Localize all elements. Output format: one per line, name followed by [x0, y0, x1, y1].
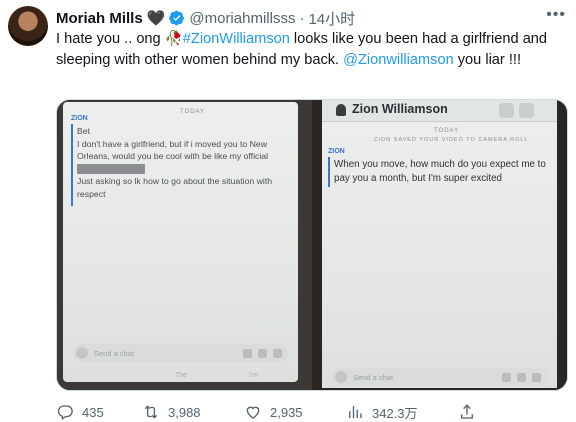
message-bar — [71, 124, 73, 206]
separator-dot: · — [299, 9, 305, 27]
phone-screen-left: TODAY ZION Bet I don't have a girlfriend… — [63, 102, 298, 382]
save-notice: ZION SAVED YOUR VIDEO TO CAMERA ROLL — [374, 137, 529, 143]
timestamp[interactable]: 14小时 — [308, 8, 355, 29]
message-bar — [328, 157, 330, 187]
contact-avatar-icon — [336, 104, 346, 116]
microphone-icon[interactable] — [243, 348, 252, 358]
avatar[interactable] — [8, 6, 48, 46]
tweet-actions: 435 3,988 2,935 342.3万 — [56, 402, 568, 422]
like-count: 2,935 — [270, 404, 303, 420]
tweet-text-part3: you liar !!! — [453, 52, 522, 68]
message-line: When you move, how much do you expect me… — [334, 159, 546, 170]
message-line: Bet — [77, 126, 91, 136]
mention-link[interactable]: @Zionwilliamson — [343, 52, 454, 68]
share-button[interactable] — [458, 403, 484, 421]
emoji-icon[interactable] — [517, 372, 526, 382]
chat-date-label: TODAY — [180, 109, 206, 115]
keyboard-suggestion: I'm — [249, 372, 259, 379]
retweet-count: 3,988 — [168, 404, 201, 420]
video-call-icon[interactable] — [519, 103, 534, 118]
reply-count: 435 — [82, 404, 104, 420]
media-photo-left[interactable]: TODAY ZION Bet I don't have a girlfriend… — [57, 100, 312, 390]
redacted-text — [77, 163, 305, 176]
chat-input-placeholder: Send a chat — [94, 348, 135, 358]
more-options-icon[interactable]: ••• — [546, 6, 566, 24]
retweet-button[interactable]: 3,988 — [142, 403, 244, 421]
share-icon — [461, 404, 473, 419]
like-button[interactable]: 2,935 — [244, 403, 346, 421]
camera-icon[interactable] — [76, 347, 88, 359]
chat-input-bar[interactable]: Send a chat — [73, 344, 288, 362]
tweet-text: I hate you .. ong 🥀 #ZionWilliamson look… — [56, 29, 568, 71]
wilted-rose-emoji: 🥀 — [164, 31, 183, 47]
message-line: Orleans, would you be cool with be like … — [77, 151, 269, 161]
media-gallery: TODAY ZION Bet I don't have a girlfriend… — [56, 99, 568, 391]
views-button[interactable]: 342.3万 — [346, 403, 458, 422]
message-line: respect — [77, 188, 106, 199]
reply-button[interactable]: 435 — [56, 403, 142, 421]
views-chart-icon — [349, 406, 362, 418]
media-photo-right[interactable]: Zion Williamson TODAY ZION SAVED YOUR VI… — [314, 100, 567, 390]
keyboard-suggestion: The — [175, 372, 188, 379]
chat-sender-label: ZION — [71, 115, 88, 122]
author-handle[interactable]: @moriahmillsss — [189, 10, 295, 27]
reply-icon — [57, 405, 73, 421]
phone-screen-right: Zion Williamson TODAY ZION SAVED YOUR VI… — [322, 100, 557, 388]
tweet-text-part1: I hate you .. ong — [56, 31, 165, 47]
camera-icon[interactable] — [335, 371, 347, 383]
microphone-icon[interactable] — [502, 372, 511, 382]
chat-date-label: TODAY — [434, 128, 460, 134]
verified-badge-icon — [169, 10, 185, 26]
hashtag-link[interactable]: #ZionWilliamson — [183, 31, 290, 47]
chat-message: When you move, how much do you expect me… — [334, 158, 562, 186]
phone-call-icon[interactable] — [499, 103, 514, 118]
author-name[interactable]: Moriah Mills — [56, 10, 143, 27]
chat-input-placeholder: Send a chat — [353, 372, 394, 382]
chat-input-bar[interactable]: Send a chat — [332, 368, 547, 386]
sticker-icon[interactable] — [532, 372, 541, 382]
chat-header: Zion Williamson — [322, 100, 557, 122]
view-count: 342.3万 — [372, 405, 418, 421]
retweet-icon — [144, 405, 158, 419]
chat-sender-label: ZION — [328, 148, 345, 155]
sticker-icon[interactable] — [273, 348, 282, 358]
message-line: Just asking so lk how to go about the si… — [77, 176, 273, 186]
contact-name: Zion Williamson — [352, 102, 448, 116]
black-heart-emoji: 🖤 — [146, 10, 166, 27]
chat-message: Bet I don't have a girlfriend, but if i … — [77, 125, 305, 200]
message-line: I don't have a girlfriend, but if i move… — [77, 138, 267, 149]
tweet-header: Moriah Mills 🖤 @moriahmillsss · 14小时 ••• — [56, 6, 568, 29]
message-line: pay you a month, but I'm super excited — [334, 173, 502, 184]
emoji-icon[interactable] — [258, 348, 267, 358]
heart-icon — [246, 406, 260, 419]
